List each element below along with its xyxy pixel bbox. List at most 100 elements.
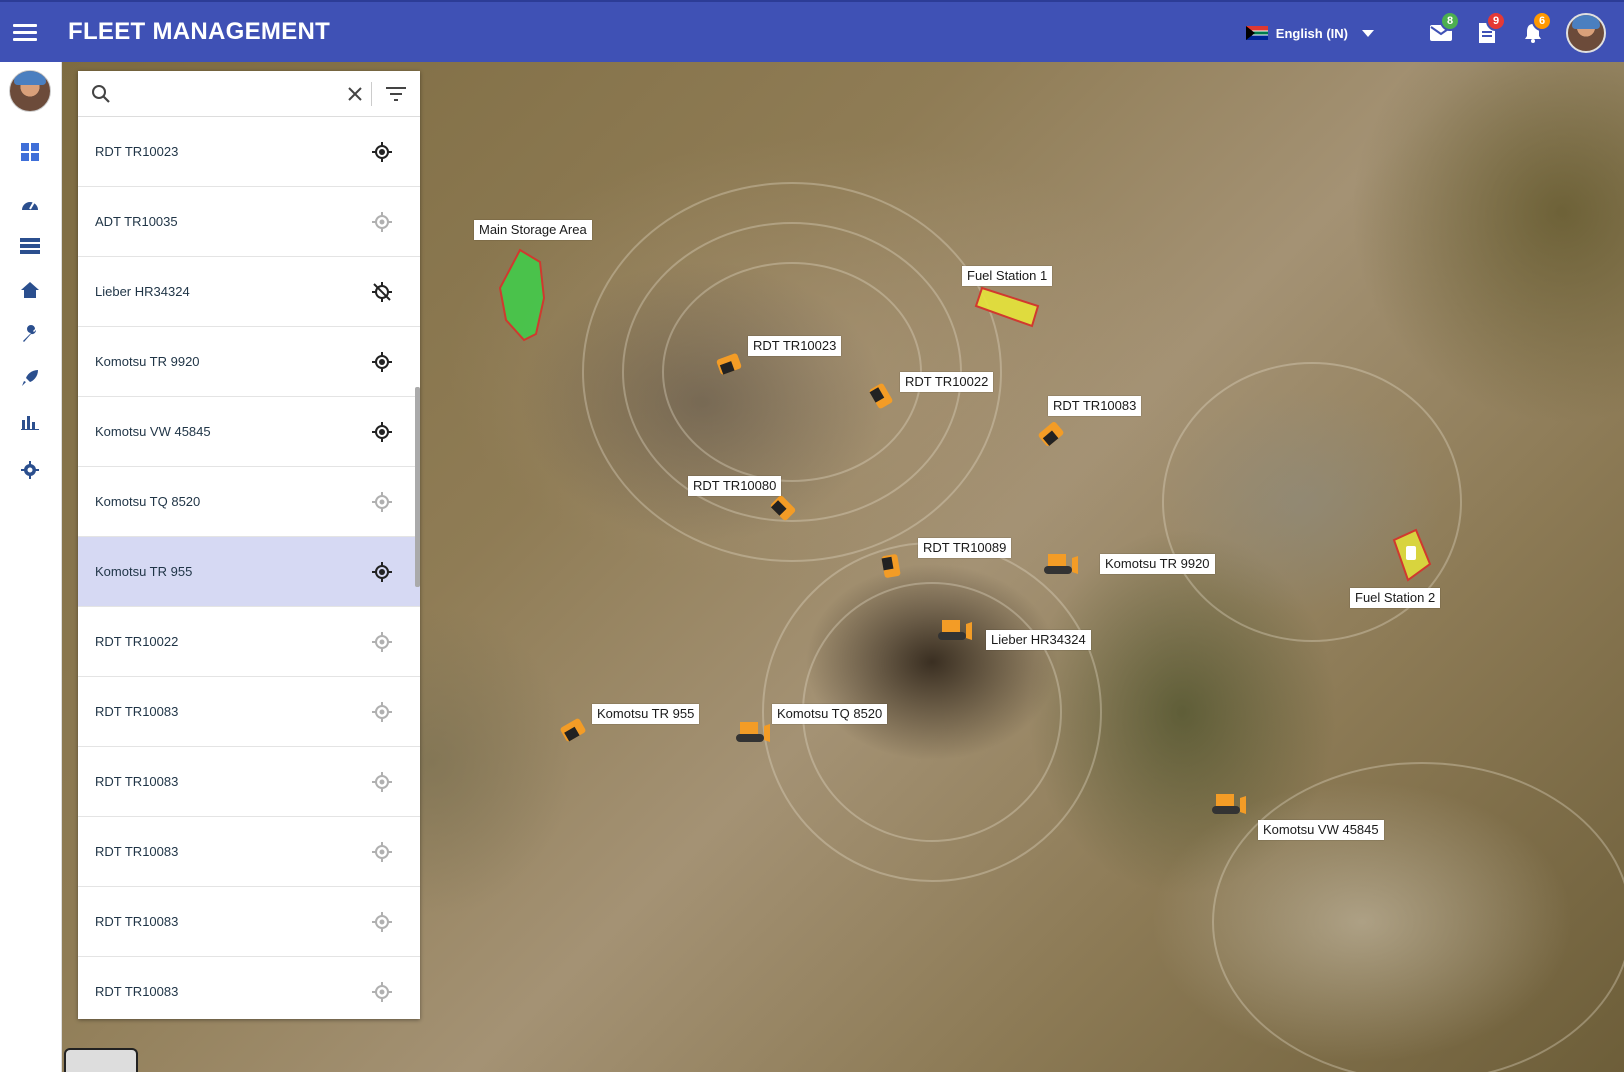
locate-vehicle-button[interactable] [368, 278, 396, 306]
list-item[interactable]: Komotsu VW 45845 [78, 397, 420, 467]
bulldozer-marker-icon[interactable] [1210, 790, 1248, 816]
list-item[interactable]: ADT TR10035 [78, 187, 420, 257]
map-marker-label[interactable]: RDT TR10089 [918, 538, 1012, 558]
clear-search-button[interactable] [338, 81, 372, 106]
list-item[interactable]: Lieber HR34324 [78, 257, 420, 327]
bulldozer-marker-icon[interactable] [734, 718, 772, 744]
fuel-pump-icon [1406, 546, 1416, 560]
profile-avatar[interactable] [9, 70, 51, 112]
list-item[interactable]: Komotsu TQ 8520 [78, 467, 420, 537]
map-marker-label[interactable]: RDT TR10023 [748, 336, 842, 356]
rocket-icon [22, 370, 38, 386]
locate-vehicle-button[interactable] [368, 698, 396, 726]
nav-launch[interactable] [0, 360, 60, 396]
my-location-icon [372, 351, 392, 372]
map-marker-label[interactable]: RDT TR10080 [688, 476, 782, 496]
locate-vehicle-button[interactable] [368, 628, 396, 656]
list-item[interactable]: RDT TR10083 [78, 957, 420, 1019]
zone-label-fuel-1[interactable]: Fuel Station 1 [962, 266, 1053, 286]
list-item[interactable]: RDT TR10022 [78, 607, 420, 677]
zone-label-storage[interactable]: Main Storage Area [474, 220, 592, 240]
truck-marker-icon[interactable] [557, 715, 590, 745]
filter-icon [386, 86, 406, 101]
list-item[interactable]: Komotsu TR 955 [78, 537, 420, 607]
menu-button[interactable] [0, 1, 50, 63]
vehicle-name: RDT TR10022 [95, 634, 179, 649]
hamburger-icon [13, 22, 37, 43]
close-icon [347, 86, 362, 101]
my-location-icon [372, 211, 392, 232]
list-icon [20, 238, 40, 254]
my-location-icon [372, 491, 392, 512]
list-item[interactable]: Komotsu TR 9920 [78, 327, 420, 397]
my-location-icon [372, 981, 392, 1002]
list-scrollbar[interactable] [415, 387, 420, 587]
mail-button[interactable]: 8 [1418, 11, 1464, 53]
language-selector[interactable]: English (IN) [1245, 25, 1374, 41]
locate-vehicle-button[interactable] [368, 488, 396, 516]
my-location-icon [372, 771, 392, 792]
nav-reports[interactable] [0, 404, 60, 440]
filter-button[interactable] [372, 86, 420, 101]
top-app-bar: FLEET MANAGEMENT English (IN) 8 9 6 [0, 0, 1624, 62]
my-location-icon [372, 421, 392, 442]
search-input[interactable] [124, 78, 338, 109]
app-title: FLEET MANAGEMENT [68, 18, 331, 45]
list-item[interactable]: RDT TR10083 [78, 677, 420, 747]
wrench-icon [23, 325, 37, 342]
list-item[interactable]: RDT TR10083 [78, 817, 420, 887]
truck-marker-icon[interactable] [1035, 418, 1068, 450]
my-location-icon [372, 561, 392, 582]
user-avatar[interactable] [1566, 13, 1606, 53]
list-item[interactable]: RDT TR10083 [78, 887, 420, 957]
navigation-rail [0, 62, 62, 1072]
map-marker-label[interactable]: Komotsu VW 45845 [1258, 820, 1384, 840]
nav-list[interactable] [0, 228, 60, 264]
map-marker-label[interactable]: Komotsu TR 955 [592, 704, 700, 724]
bulldozer-marker-icon[interactable] [936, 616, 974, 642]
zone-label-fuel-2[interactable]: Fuel Station 2 [1350, 588, 1441, 608]
my-location-icon [372, 631, 392, 652]
nav-maintenance[interactable] [0, 316, 60, 352]
vehicle-name: RDT TR10083 [95, 704, 179, 719]
list-item[interactable]: RDT TR10023 [78, 117, 420, 187]
vehicle-list: RDT TR10023 ADT TR10035 Lieber HR34324 Komo… [78, 117, 420, 1019]
vehicle-name: Komotsu TQ 8520 [95, 494, 201, 509]
map-marker-label[interactable]: Komotsu TQ 8520 [772, 704, 888, 724]
locate-vehicle-button[interactable] [368, 768, 396, 796]
nav-speedometer[interactable] [0, 186, 60, 222]
my-location-icon [372, 911, 392, 932]
fuel-station-2-polygon[interactable] [1388, 528, 1434, 584]
map-marker-label[interactable]: Komotsu TR 9920 [1100, 554, 1215, 574]
notifications-badge: 6 [1532, 11, 1552, 31]
notifications-button[interactable]: 6 [1510, 11, 1556, 53]
map-marker-label[interactable]: Lieber HR34324 [986, 630, 1091, 650]
bulldozer-marker-icon[interactable] [1042, 550, 1080, 576]
bar-chart-icon [21, 416, 39, 430]
locate-vehicle-button[interactable] [368, 418, 396, 446]
settings-icon [21, 461, 39, 479]
locate-vehicle-button[interactable] [368, 208, 396, 236]
locate-vehicle-button[interactable] [368, 558, 396, 586]
list-item[interactable]: RDT TR10083 [78, 747, 420, 817]
locate-vehicle-button[interactable] [368, 138, 396, 166]
nav-dashboard[interactable] [0, 134, 60, 170]
locate-vehicle-button[interactable] [368, 838, 396, 866]
map-marker-label[interactable]: RDT TR10083 [1048, 396, 1142, 416]
language-label: English (IN) [1275, 25, 1348, 41]
search-icon [78, 84, 124, 104]
nav-settings[interactable] [0, 452, 60, 488]
vehicle-name: Komotsu TR 955 [95, 564, 193, 579]
nav-home[interactable] [0, 272, 60, 308]
locate-vehicle-button[interactable] [368, 348, 396, 376]
locate-vehicle-button[interactable] [368, 908, 396, 936]
map-marker-label[interactable]: RDT TR10022 [900, 372, 994, 392]
truck-marker-icon[interactable] [879, 551, 903, 580]
dashboard-icon [21, 143, 39, 161]
locate-vehicle-button[interactable] [368, 978, 396, 1006]
fuel-station-1-polygon[interactable] [974, 284, 1044, 330]
my-location-icon [372, 141, 392, 162]
storage-zone-polygon[interactable] [496, 248, 548, 344]
bottom-drawer-tab[interactable] [64, 1048, 138, 1072]
documents-button[interactable]: 9 [1464, 11, 1510, 53]
